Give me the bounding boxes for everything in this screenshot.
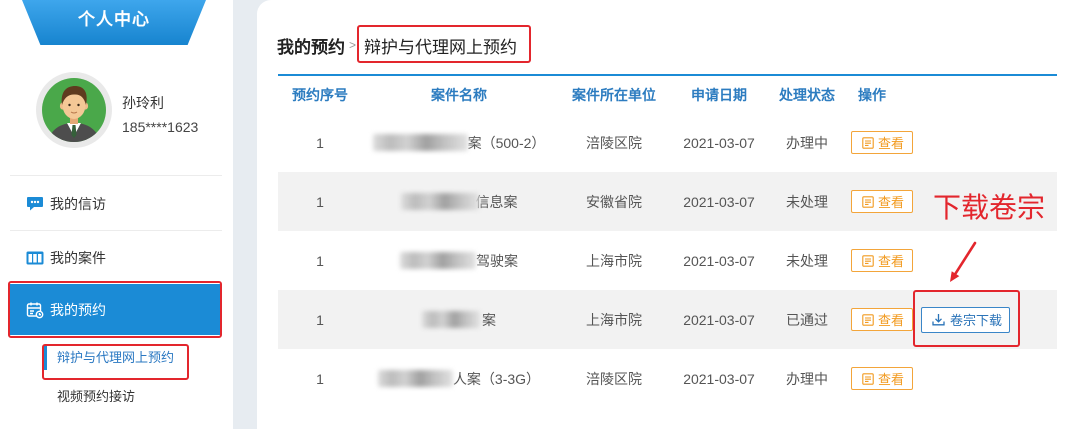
annotation-box-breadcrumb [357,25,531,63]
column-header-seq: 预约序号 [292,86,348,103]
cell-unit: 上海市院 [586,252,642,269]
breadcrumb-separator: > [349,38,357,52]
cell-status: 已通过 [786,311,828,328]
cell-case-name: 人案（3-3G） [362,369,556,389]
message-icon [26,195,44,213]
cell-status: 未处理 [786,252,828,269]
column-header-status: 处理状态 [779,86,835,103]
case-name-text: 驾驶案 [476,252,518,269]
user-name: 孙玲利 [122,95,164,111]
view-button-label: 查看 [878,372,905,387]
column-header-unit: 案件所在单位 [572,86,656,103]
sidebar-subitem-video-appointment[interactable]: 视频预约接访 [44,385,135,409]
column-header-date: 申请日期 [691,86,747,103]
cell-status: 办理中 [786,370,828,387]
annotation-callout: 下载卷宗 [933,192,1046,223]
sidebar-item-cases[interactable]: 我的案件 [10,232,220,283]
table-header-row: 预约序号 案件名称 案件所在单位 申请日期 处理状态 操作 [278,76,1057,113]
annotation-box-download [913,290,1020,347]
view-button-label: 查看 [878,313,905,328]
cell-unit: 上海市院 [586,311,642,328]
sidebar-item-label: 我的信访 [50,195,106,212]
cell-status: 办理中 [786,134,828,151]
case-grid-icon [26,249,44,267]
cell-seq: 1 [316,311,324,328]
redacted-text [372,134,468,151]
view-doc-icon [862,195,874,208]
annotation-box-submenu [42,344,189,380]
view-button-label: 查看 [878,254,905,269]
annotation-box-menu-appointments [8,281,222,338]
cell-actions: 查看 [848,367,1057,390]
case-name-text: 案（500-2） [467,134,546,151]
cell-seq: 1 [316,370,324,387]
cell-seq: 1 [316,193,324,210]
user-phone: 185****1623 [122,119,199,135]
sidebar-item-petitions[interactable]: 我的信访 [10,178,220,229]
cell-seq: 1 [316,252,324,269]
divider [10,230,222,231]
redacted-text [377,370,453,387]
view-doc-icon [862,372,874,385]
cell-date: 2021-03-07 [683,134,755,151]
user-avatar-icon [42,78,106,142]
redacted-text [400,193,479,210]
view-button[interactable]: 查看 [851,249,913,272]
cell-date: 2021-03-07 [683,311,755,328]
column-header-actions: 操作 [858,86,886,103]
cell-unit: 安徽省院 [586,193,642,210]
view-doc-icon [862,313,874,326]
table-row: 1 案（500-2） 涪陵区院 2021-03-07 办理中 查看 [278,113,1057,172]
cell-case-name: 驾驶案 [362,251,556,271]
redacted-text [422,311,480,328]
view-button[interactable]: 查看 [851,190,913,213]
case-name-text: 信息案 [475,193,518,210]
view-doc-icon [862,136,874,149]
view-button[interactable]: 查看 [851,367,913,390]
view-button[interactable]: 查看 [851,308,913,331]
arrow-down-left-icon [950,241,977,282]
cell-date: 2021-03-07 [683,252,755,269]
redacted-text [400,252,476,269]
cell-date: 2021-03-07 [683,370,755,387]
case-name-text: 案 [482,311,496,328]
table-row: 1 人案（3-3G） 涪陵区院 2021-03-07 办理中 查看 [278,349,1057,408]
cell-seq: 1 [316,134,324,151]
sidebar-header-title: 个人中心 [78,10,150,29]
case-name-text: 人案（3-3G） [452,370,541,387]
avatar [36,72,112,148]
cell-unit: 涪陵区院 [586,370,642,387]
sidebar-item-label: 我的案件 [50,249,106,266]
cell-unit: 涪陵区院 [586,134,642,151]
view-button[interactable]: 查看 [851,131,913,154]
cell-date: 2021-03-07 [683,193,755,210]
view-doc-icon [862,254,874,267]
divider [10,175,222,176]
view-button-label: 查看 [878,195,905,210]
sidebar-header: 个人中心 [22,0,206,45]
cell-actions: 查看 [848,131,1057,154]
cell-case-name: 案（500-2） [362,133,556,153]
view-button-label: 查看 [878,136,905,151]
cell-case-name: 信息案 [362,192,556,212]
breadcrumb-parent[interactable]: 我的预约 [277,33,345,58]
cell-status: 未处理 [786,193,828,210]
column-header-case-name: 案件名称 [431,86,487,103]
cell-case-name: 案 [362,310,556,330]
